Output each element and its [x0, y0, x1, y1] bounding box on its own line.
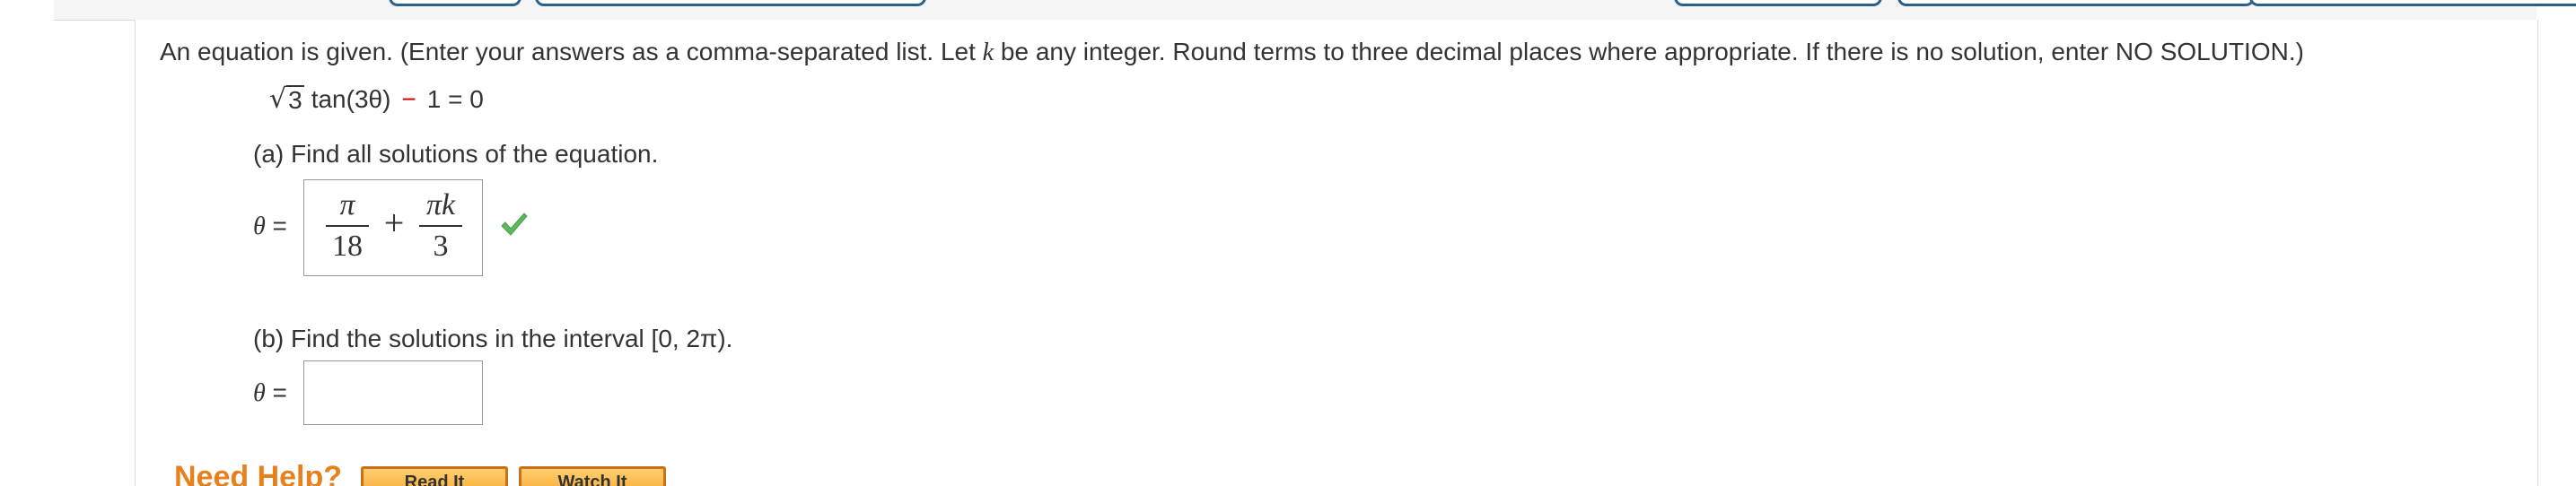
fraction-2-numerator: πk — [425, 188, 456, 221]
theta-symbol: θ — [253, 379, 266, 407]
equals-sign: = — [265, 212, 287, 239]
fraction-1-denominator: 18 — [332, 230, 363, 263]
fraction-1-numerator: π — [339, 188, 355, 221]
equation-minus: − — [401, 85, 416, 113]
part-b-answer-field[interactable] — [303, 360, 483, 425]
given-equation: √ 3 tan(3θ) − 1 = 0 — [269, 81, 484, 118]
page: An equation is given. (Enter your answer… — [0, 0, 2576, 486]
answer-plus: + — [383, 203, 405, 243]
equation-function: tan(3θ) — [311, 85, 391, 113]
instructions-text-2: be any integer. Round terms to three dec… — [994, 38, 2304, 65]
part-a-theta-label: θ = — [253, 208, 287, 245]
need-help-title: Need Help? — [174, 460, 343, 486]
equals-sign: = — [265, 378, 287, 406]
top-tab-button-2[interactable] — [535, 0, 926, 6]
equation-rest: 1 = 0 — [426, 85, 484, 113]
read-it-button[interactable]: Read It — [361, 466, 508, 486]
question-instructions: An equation is given. (Enter your answer… — [160, 34, 2304, 71]
answer-fraction-1: π 18 — [326, 187, 369, 265]
answer-fraction-2: πk 3 — [419, 187, 462, 265]
part-b-theta-label: θ = — [253, 375, 287, 412]
fraction-2-bar — [419, 225, 462, 227]
top-tab-button-5[interactable] — [2249, 0, 2576, 6]
sqrt-radicand: 3 — [286, 85, 304, 114]
part-b-label: (b) Find the solutions in the interval [… — [253, 325, 733, 352]
theta-symbol: θ — [253, 213, 266, 240]
sqrt-symbol: √ — [269, 83, 287, 115]
fraction-1-bar — [326, 225, 369, 227]
part-a-label: (a) Find all solutions of the equation. — [253, 140, 659, 168]
watch-it-button[interactable]: Watch It — [519, 466, 666, 486]
question-card — [135, 20, 2538, 486]
instructions-text-1: An equation is given. (Enter your answer… — [160, 38, 983, 65]
part-a-answer-field[interactable]: π 18 + πk 3 — [303, 179, 483, 276]
top-tab-button-1[interactable] — [389, 0, 521, 6]
top-tab-button-3[interactable] — [1674, 0, 1882, 6]
instructions-var-k: k — [982, 39, 994, 66]
fraction-2-denominator: 3 — [433, 230, 449, 263]
check-icon — [501, 213, 528, 236]
top-toolbar-strip — [54, 0, 2576, 21]
top-tab-button-4[interactable] — [1897, 0, 2255, 6]
